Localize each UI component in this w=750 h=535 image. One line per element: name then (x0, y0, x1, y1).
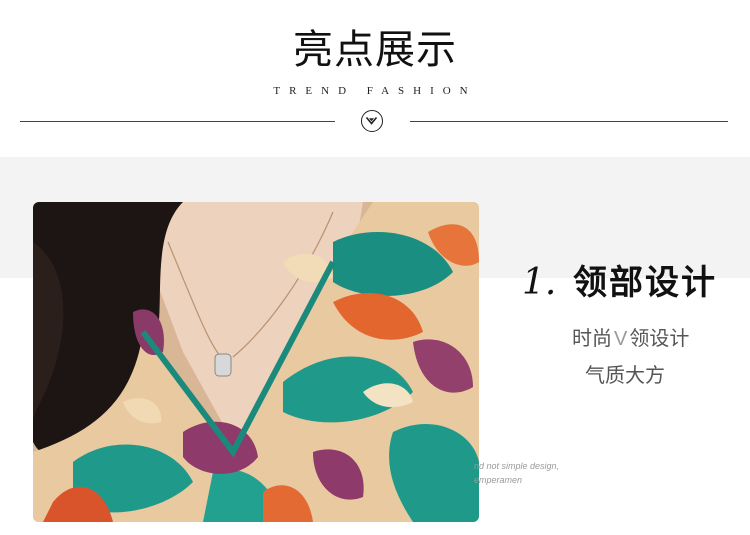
decorative-text-line1: nd not simple design, (474, 461, 560, 471)
feature-line1-suffix: 领设计 (629, 326, 690, 350)
feature-line1-v: V (614, 328, 628, 350)
chevron-down-circle-icon (361, 110, 383, 132)
section-title: 亮点展示 (293, 27, 457, 73)
section-subtitle: TREND FASHION (273, 85, 477, 97)
divider-line-left (20, 121, 335, 122)
feature-description-line1: 时尚 V 领设计 (572, 328, 689, 349)
feature-title: 领部设计 (573, 263, 717, 303)
feature-description-line2: 气质大方 (585, 363, 665, 387)
product-photo (33, 202, 479, 522)
feature-number: 1. (522, 262, 557, 303)
divider-line-right (410, 121, 728, 122)
decorative-text-line2: emperamen (474, 475, 523, 485)
feature-line1-prefix: 时尚 (572, 326, 612, 350)
